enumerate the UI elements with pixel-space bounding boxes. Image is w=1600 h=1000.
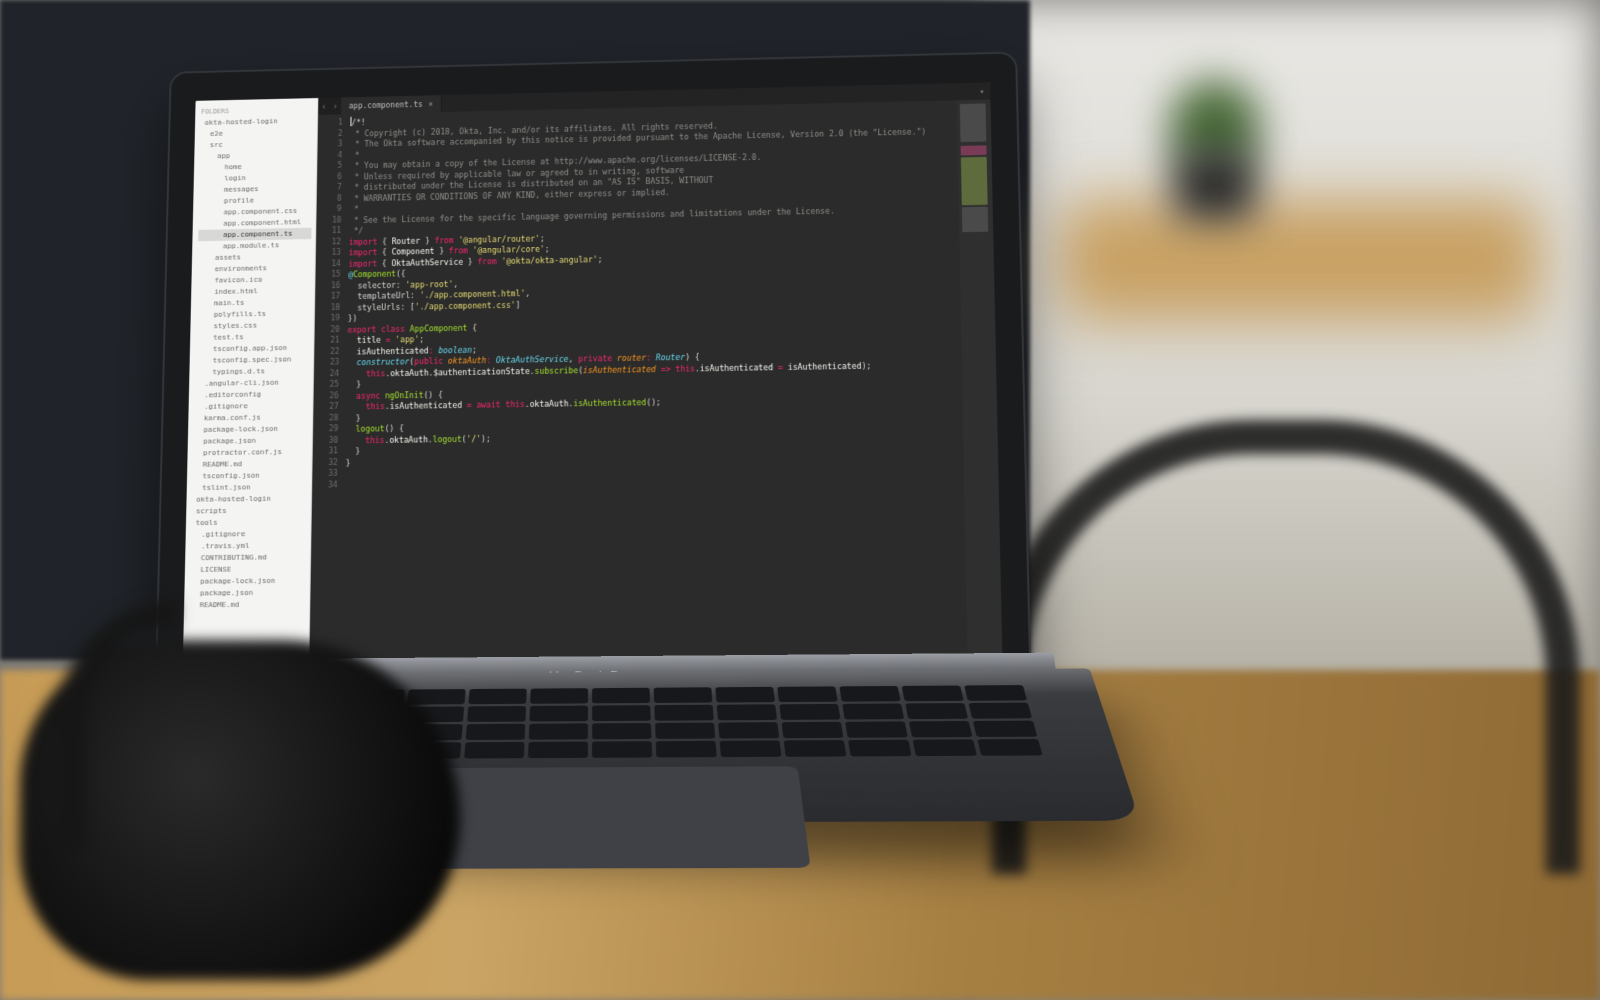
file-explorer-sidebar[interactable]: FOLDERS okta-hosted-logine2esrcapphomelo… bbox=[183, 98, 319, 666]
minimap-block bbox=[960, 103, 987, 142]
minimap-block bbox=[961, 145, 987, 155]
code-text[interactable]: /*! * Copyright (c) 2018, Okta, Inc. and… bbox=[339, 100, 968, 665]
plant-pot bbox=[1175, 150, 1255, 220]
tab-close-icon[interactable]: × bbox=[428, 100, 433, 109]
minimap-block bbox=[962, 207, 988, 233]
tab-title: app.component.ts bbox=[349, 100, 423, 110]
sidebar-item[interactable]: README.md bbox=[190, 598, 306, 611]
nav-forward-button[interactable]: › bbox=[330, 97, 342, 114]
code-editor: ‹ › app.component.ts × ▾ 123456789101112… bbox=[309, 82, 1002, 665]
nav-back-button[interactable]: ‹ bbox=[318, 98, 330, 115]
headphones bbox=[20, 640, 460, 980]
sidebar-file-list[interactable]: okta-hosted-logine2esrcapphomeloginmessa… bbox=[190, 115, 313, 611]
laptop-screen-bezel: FOLDERS okta-hosted-logine2esrcapphomelo… bbox=[155, 51, 1032, 700]
code-area[interactable]: 1234567891011121314151617181920212223242… bbox=[309, 100, 1002, 666]
minimap-block bbox=[961, 157, 988, 205]
tab-overflow-icon[interactable]: ▾ bbox=[979, 87, 984, 96]
sidebar-header: FOLDERS bbox=[201, 106, 314, 116]
editor-window: FOLDERS okta-hosted-logine2esrcapphomelo… bbox=[183, 82, 1003, 666]
scene-photo: FOLDERS okta-hosted-logine2esrcapphomelo… bbox=[0, 0, 1600, 1000]
background-table bbox=[1060, 200, 1540, 320]
